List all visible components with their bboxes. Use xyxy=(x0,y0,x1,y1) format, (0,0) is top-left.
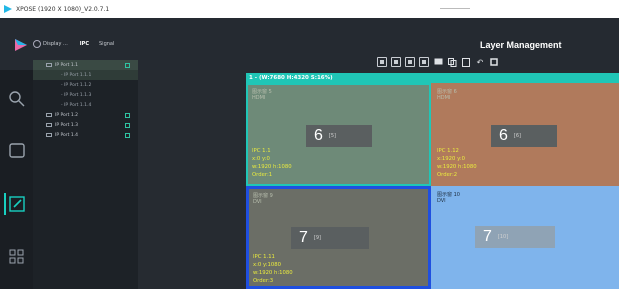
send-to-back-icon xyxy=(408,60,412,64)
device-selector[interactable]: Display ... xyxy=(43,41,68,47)
device-icon xyxy=(33,40,41,48)
window-info: IPC 1.11 x:0 y:1080 w:1920 h:1080 Order:3 xyxy=(253,254,293,284)
tree-item-label: IP Port 1.2 xyxy=(55,112,78,118)
layer-window[interactable]: 图示窗 10 DVI 7 [10] xyxy=(431,186,619,289)
home-logo-icon[interactable] xyxy=(14,38,28,52)
edit-icon[interactable] xyxy=(8,195,26,213)
undo-icon: ↶ xyxy=(476,57,484,67)
expand-icon[interactable] xyxy=(125,112,130,118)
tree-item-label: IP Port 1.4 xyxy=(55,132,78,138)
grid-icon[interactable] xyxy=(8,248,26,266)
tree-item[interactable]: IP Port 1.4 xyxy=(33,130,138,140)
move-down-button[interactable] xyxy=(377,57,387,67)
layer-window[interactable]: 图示窗 5 HDMI 6 [5] IPC 1.1 x:0 y:0 w:1920 h:10… xyxy=(246,83,431,186)
bring-to-front-icon xyxy=(422,60,426,64)
tree-item[interactable]: IP Port 1.1 xyxy=(33,60,138,70)
tree-item[interactable]: - IP Port 1.1.4 xyxy=(33,100,138,110)
tree-item[interactable]: IP Port 1.2 xyxy=(33,110,138,120)
tab-ipc[interactable]: IPC xyxy=(80,41,89,47)
screen-area: 图示窗 5 HDMI 6 [5] IPC 1.1 x:0 y:0 w:1920 h:10… xyxy=(246,83,619,289)
expand-icon[interactable] xyxy=(125,62,130,68)
tree-item[interactable]: IP Port 1.3 xyxy=(33,120,138,130)
move-up-icon xyxy=(394,60,398,64)
signal-tree: IP Port 1.1 - IP Port 1.1.1 - IP Port 1.… xyxy=(33,60,138,289)
port-icon xyxy=(46,133,52,137)
app-logo-icon xyxy=(4,5,12,13)
layer-window[interactable]: 图示窗 6 HDMI 6 [6] IPC 1.12 x:1920 y:0 w:1920 … xyxy=(431,83,619,186)
title-bar: XPOSE (1920 X 1080)_V2.0.7.1 xyxy=(0,0,619,18)
device-tab-bar: Display ... IPC Signal xyxy=(33,38,138,50)
clear-button[interactable] xyxy=(489,57,499,67)
port-icon xyxy=(46,63,52,67)
window-name: 图示窗 10 DVI xyxy=(437,192,460,204)
tree-item-label: - IP Port 1.1.1 xyxy=(61,72,92,78)
expand-icon[interactable] xyxy=(125,122,130,128)
bring-to-front-button[interactable] xyxy=(419,57,429,67)
tree-item[interactable]: - IP Port 1.1.3 xyxy=(33,90,138,100)
screen-icon[interactable] xyxy=(8,142,26,160)
left-sidebar xyxy=(0,70,33,289)
port-icon xyxy=(46,113,52,117)
window-number-badge: 7 [10] xyxy=(475,226,555,248)
monitor-icon xyxy=(434,58,442,65)
layer-window[interactable]: 图示窗 9 DVI 7 [9] IPC 1.11 x:0 y:1080 w:1920 h… xyxy=(246,186,431,289)
window-name: 图示窗 5 HDMI xyxy=(252,89,272,101)
screen-button[interactable] xyxy=(433,57,443,67)
search-icon[interactable] xyxy=(8,90,26,108)
copy-button[interactable] xyxy=(447,57,457,67)
stop-icon xyxy=(490,58,498,66)
tree-item-label: - IP Port 1.1.3 xyxy=(61,92,92,98)
window-info: IPC 1.12 x:1920 y:0 w:1920 h:1080 Order:2 xyxy=(437,148,477,178)
tree-item-label: - IP Port 1.1.4 xyxy=(61,102,92,108)
tree-item[interactable]: - IP Port 1.1.1 xyxy=(33,70,138,80)
screen-header[interactable]: 1 - (W:7680 H:4320 S:16%) xyxy=(246,73,619,83)
expand-icon[interactable] xyxy=(125,132,130,138)
window-number-badge: 7 [9] xyxy=(291,227,369,249)
window-number-badge: 6 [6] xyxy=(491,125,557,147)
panel-title: Layer Management xyxy=(480,40,562,50)
tree-item-label: - IP Port 1.1.2 xyxy=(61,82,92,88)
send-to-back-button[interactable] xyxy=(405,57,415,67)
undo-button[interactable]: ↶ xyxy=(475,57,485,67)
copy-icon xyxy=(447,57,456,67)
port-icon xyxy=(46,123,52,127)
tree-item-label: IP Port 1.1 xyxy=(55,62,78,68)
tree-item[interactable]: - IP Port 1.1.2 xyxy=(33,80,138,90)
window-name: 图示窗 6 HDMI xyxy=(437,89,457,101)
move-down-icon xyxy=(380,60,384,64)
window-name: 图示窗 9 DVI xyxy=(253,193,273,205)
window-number-badge: 6 [5] xyxy=(306,125,372,147)
paste-button[interactable] xyxy=(461,57,471,67)
tree-item-label: IP Port 1.3 xyxy=(55,122,78,128)
titlebar-divider xyxy=(440,8,470,9)
layer-toolbar: ↶ xyxy=(377,57,499,67)
active-indicator xyxy=(4,193,6,215)
window-info: IPC 1.1 x:0 y:0 w:1920 h:1080 Order:1 xyxy=(252,148,292,178)
window-title: XPOSE (1920 X 1080)_V2.0.7.1 xyxy=(16,5,110,13)
document-icon xyxy=(462,57,470,67)
tab-signal[interactable]: Signal xyxy=(99,41,114,47)
move-up-button[interactable] xyxy=(391,57,401,67)
